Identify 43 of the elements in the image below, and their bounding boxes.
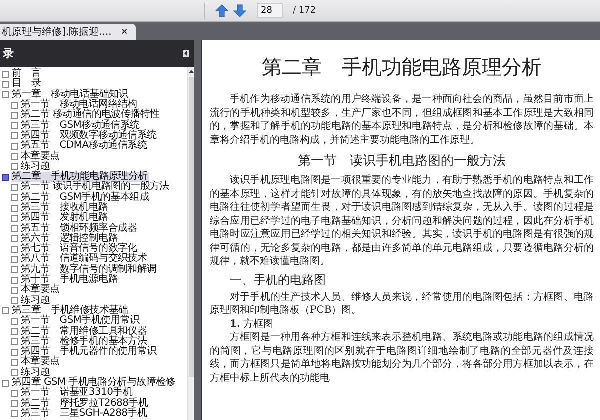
document-tab[interactable]: 机原理与维修].陈振迎.... ×: [0, 24, 136, 40]
collapse-icon[interactable]: [183, 50, 189, 57]
paragraph: 方框图是一种用各种方框和连线来表示整机电路、系统电路或功能电路的组成情况的简图，它与电路原理图的区别就在于电路图详细地绘制了电路的全部元器件及连接线，而方框图只是简单地将电路按功能划分为几个部分，将各部分用方框加以表示，在方框中标上所代表的功能电: [210, 331, 594, 385]
item-heading: 1. 方框图: [230, 318, 275, 331]
sidebar-title: 录: [3, 46, 14, 61]
outline-item[interactable]: 练习题: [0, 296, 187, 306]
outline-item[interactable]: 本章要点: [0, 285, 187, 296]
scroll-up-icon[interactable]: [188, 70, 194, 73]
subheading: 一、手机的电路图: [230, 272, 327, 288]
outline-item[interactable]: 前 言: [0, 69, 187, 80]
next-page-button[interactable]: [233, 4, 247, 18]
close-tab-button[interactable]: ×: [122, 26, 128, 38]
page-total: / 172: [293, 6, 316, 16]
outline-item[interactable]: 第二节 移动通信的电波传播特性: [0, 110, 187, 120]
section-title: 第一节 读识手机电路图的一般方法: [297, 153, 507, 170]
paragraph: 手机作为移动通信系统的用户终端设备，是一种面向社会的商品，虽然目前市面上流行的手机种类和机型较多，生产厂家也不同，但组成框图和基本工作原理是大致相同的，掌握和了解手机的功能电路的基本原理和电路特点，是分析和检修故障的基础。本章将介绍手机的电路构成，并简述主要功能电路的工作原理。: [210, 93, 594, 147]
outline-item[interactable]: 第三节 GSM移动通信系统: [0, 120, 187, 131]
previous-page-button[interactable]: [215, 4, 229, 18]
outline-item[interactable]: 第九节 数字信号的调制和解调: [0, 264, 187, 275]
outline-item[interactable]: 第五节 CDMA移动通信系统: [0, 141, 187, 152]
paragraph: 读识手机原理电路图是一项很重要的专业能力，有助于熟悉手机的电路特点和工作的基本原理，这样才能针对故障的具体现象，有的放矢地查找故障的原因。手机复杂的电路往往使初学者望而生畏，对于读识电路图感到错综复杂，无从入手。读图的过程是综合应用已经学过的电子电路基础知识，分析问题和解决问题的过程，因此在分析手机电路时应注意应用已经学过的相关知识和经验。其实，读识手机的电路图是有很强的规律可循的，无论多复杂的电路，都是由许多简单的单元电路组成，只要遵循电路分析的规律，就不难读懂电路图。: [210, 174, 594, 268]
outline-item[interactable]: 第一节 读识手机电路图的一般方法: [0, 182, 187, 193]
outline-item[interactable]: 练习题: [0, 368, 187, 378]
outline-item[interactable]: 第八节 信道编码与交织技术: [0, 254, 187, 265]
outline-item[interactable]: 第三节 三星SGH-A288手机: [0, 408, 187, 420]
outline-item[interactable]: 第一章 移动电话基础知识: [0, 90, 187, 100]
chapter-title: 第二章 手机功能电路原理分析: [261, 54, 543, 81]
outline-item[interactable]: 第二节 GSM手机的基本组成: [0, 192, 187, 203]
outline-item[interactable]: 本章要点: [0, 151, 187, 162]
page-number-field[interactable]: 28: [257, 3, 283, 18]
outline-item[interactable]: 练习题: [0, 162, 187, 172]
outline-item[interactable]: 第一节 GSM手机使用常识: [0, 316, 187, 326]
outline-item[interactable]: 第五节 锁相环频率合成器: [0, 223, 187, 234]
outline-item[interactable]: 目 录: [0, 79, 187, 90]
outline-item[interactable]: 第一节 诺基亚3310手机: [0, 388, 187, 398]
outline-item[interactable]: 第四节 发射机电路: [0, 213, 187, 224]
up-arrow-icon: [215, 4, 229, 18]
outline-item[interactable]: 本章要点: [0, 357, 187, 368]
outline-item[interactable]: 第二节 摩托罗拉T2688手机: [0, 398, 187, 409]
down-arrow-icon: [233, 4, 247, 18]
scrollbar[interactable]: [187, 67, 194, 420]
outline-item[interactable]: 第二节 常用维修工具和仪器: [0, 326, 187, 337]
paragraph: 对于手机的生产技术人员、维修人员来说，经常使用的电路图包括：方框图、电路原理图和印制电路板（PCB）图。: [210, 290, 594, 318]
